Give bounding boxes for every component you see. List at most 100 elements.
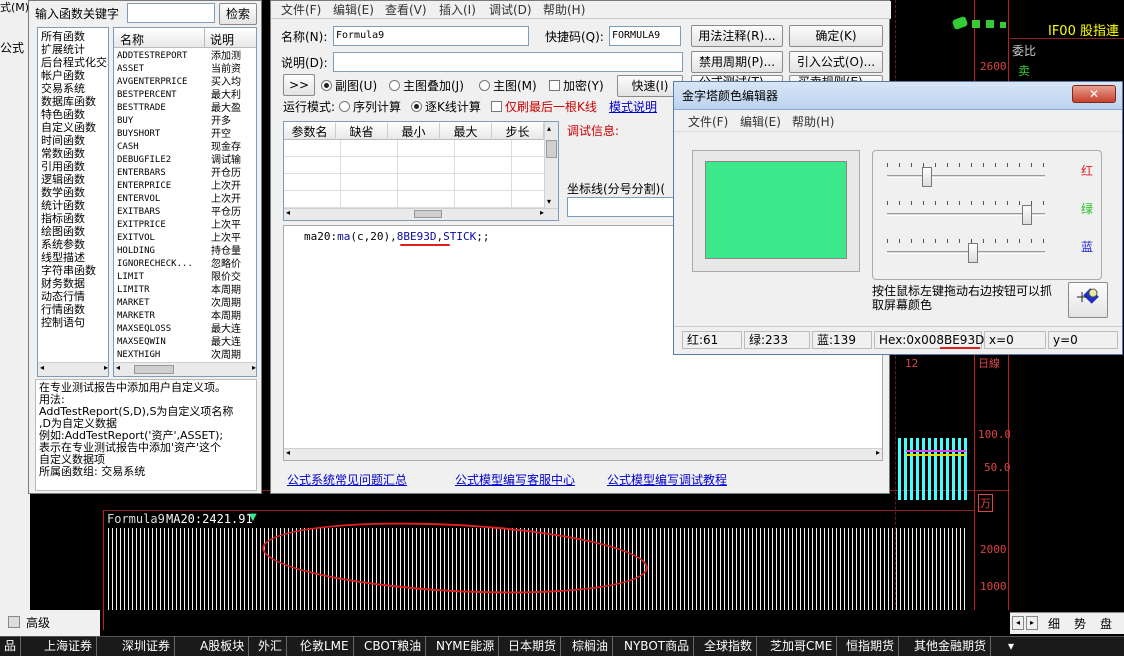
function-row[interactable]: HOLDING 持仓量 xyxy=(117,245,253,258)
param-scroll-up-icon[interactable]: ▴ xyxy=(547,124,551,133)
menu-debug[interactable]: 调试(D) xyxy=(489,1,532,19)
chk-encrypt[interactable]: 加密(Y) xyxy=(549,78,604,94)
function-row[interactable]: BUY 开多 xyxy=(117,115,253,128)
scroll-right-arrow-icon[interactable]: ▸ xyxy=(104,363,108,372)
menu-view[interactable]: 查看(V) xyxy=(385,1,427,19)
blue-slider[interactable] xyxy=(968,243,978,263)
fn-scroll-thumb[interactable] xyxy=(134,365,174,374)
link-support[interactable]: 公式模型编写客服中心 xyxy=(455,472,575,488)
function-row[interactable]: ADDTESTREPORT 添加测 xyxy=(117,50,253,63)
param-hscroll-right-icon[interactable]: ▸ xyxy=(540,208,544,217)
chk-last-bar[interactable]: 仅刷最后一根K线 xyxy=(491,99,597,115)
category-item[interactable]: 动态行情 xyxy=(41,290,108,303)
tab-hsi[interactable]: 恒指期货 xyxy=(842,636,900,656)
param-scroll-thumb[interactable] xyxy=(546,140,557,158)
green-slider[interactable] xyxy=(1022,205,1032,225)
function-row[interactable]: BESTTRADE 最大盈 xyxy=(117,102,253,115)
param-hscroll[interactable]: ◂ ▸ xyxy=(284,208,558,220)
ticker-label[interactable]: IF00 股指連 xyxy=(1048,20,1119,39)
tab-other[interactable]: 其他金融期货 xyxy=(910,636,992,656)
shortcut-input[interactable]: FORMULA9 xyxy=(609,26,681,46)
category-item[interactable]: 交易系统 xyxy=(41,82,108,95)
category-item[interactable]: 数据库函数 xyxy=(41,95,108,108)
function-row[interactable]: NEXTHIGH 次周期 xyxy=(117,349,253,362)
category-item[interactable]: 指标函数 xyxy=(41,212,108,225)
category-item[interactable]: 所有函数 xyxy=(41,30,108,43)
red-slider[interactable] xyxy=(922,167,932,187)
scroll-left-arrow-icon[interactable]: ◂ xyxy=(40,363,44,372)
radio-sequence-icon[interactable] xyxy=(339,101,350,112)
link-icon[interactable] xyxy=(951,15,969,31)
code-scroll-left-icon[interactable]: ◂ xyxy=(286,448,290,457)
category-item[interactable]: 自定义函数 xyxy=(41,121,108,134)
scroll-right-icon[interactable]: ▸ xyxy=(1026,616,1038,630)
category-item[interactable]: 系统参数 xyxy=(41,238,108,251)
param-header[interactable]: 参数名 xyxy=(284,123,336,140)
import-formula-button[interactable]: 引入公式(O)... xyxy=(789,51,883,73)
search-input[interactable] xyxy=(127,3,215,23)
annotate-button[interactable]: 用法注释(R)... xyxy=(691,25,783,47)
category-item[interactable]: 财务数据 xyxy=(41,277,108,290)
advanced-icon[interactable] xyxy=(8,616,20,628)
function-row[interactable]: DEBUGFILE2 调试输 xyxy=(117,154,253,167)
disable-period-button[interactable]: 禁用周期(P)... xyxy=(691,51,783,73)
category-item[interactable]: 行情函数 xyxy=(41,303,108,316)
function-row[interactable]: EXITPRICE 上次平 xyxy=(117,219,253,232)
category-item[interactable]: 时间函数 xyxy=(41,134,108,147)
radio-subplot-icon[interactable] xyxy=(321,80,332,91)
chk-encrypt-icon[interactable] xyxy=(549,80,560,91)
close-icon[interactable]: ✕ xyxy=(1072,85,1116,103)
tab-shenzhen[interactable]: 深圳证券 xyxy=(118,636,176,656)
code-line[interactable]: ma20:ma(c,20),8BE93D,STICK;; xyxy=(304,230,489,243)
category-item[interactable]: 常数函数 xyxy=(41,147,108,160)
tab-palm[interactable]: 棕榈油 xyxy=(568,636,614,656)
tab-detail[interactable]: 细 xyxy=(1048,615,1060,632)
side-label-formula[interactable]: 公式 xyxy=(0,40,24,56)
category-hscroll[interactable]: ◂ ▸ xyxy=(38,362,108,376)
category-item[interactable]: 数学函数 xyxy=(41,186,108,199)
red-track[interactable] xyxy=(887,175,1045,178)
ce-menu-help[interactable]: 帮助(H) xyxy=(792,113,834,131)
radio-main-icon[interactable] xyxy=(479,80,490,91)
tab-nyme[interactable]: NYME能源 xyxy=(432,636,500,656)
category-item[interactable]: 统计函数 xyxy=(41,199,108,212)
function-row[interactable]: BESTPERCENT 最大利 xyxy=(117,89,253,102)
radio-subplot[interactable]: 副图(U) xyxy=(321,78,377,94)
scroll-left-icon[interactable]: ◂ xyxy=(1012,616,1024,630)
col-name[interactable]: 名称 xyxy=(120,31,144,48)
function-hscroll[interactable]: ◂ ▸ xyxy=(114,362,256,376)
tab-forex[interactable]: 外汇 xyxy=(254,636,288,656)
function-row[interactable]: ASSET 当前资 xyxy=(117,63,253,76)
function-row[interactable]: CASH 现金存 xyxy=(117,141,253,154)
top-left-menu[interactable]: 式(M) xyxy=(0,0,29,16)
tab-shanghai[interactable]: 上海证券 xyxy=(40,636,98,656)
menu-file[interactable]: 文件(F) xyxy=(281,1,321,19)
function-row[interactable]: EXITBARS 平仓历 xyxy=(117,206,253,219)
function-row[interactable]: AVGENTERPRICE 买入均 xyxy=(117,76,253,89)
search-button[interactable]: 检索 xyxy=(219,3,257,25)
param-header[interactable]: 缺省 xyxy=(336,123,388,140)
radio-bar[interactable]: 逐K线计算 xyxy=(411,99,481,115)
category-item[interactable]: 后台程式化交易 xyxy=(41,56,108,69)
fn-scroll-left-icon[interactable]: ◂ xyxy=(116,363,120,372)
tab-cme[interactable]: 芝加哥CME xyxy=(766,636,838,656)
function-row[interactable]: EXITVOL 上次平 xyxy=(117,232,253,245)
axis-input[interactable] xyxy=(567,197,687,217)
radio-sequence[interactable]: 序列计算 xyxy=(339,99,401,115)
tab-cbot[interactable]: CBOT粮油 xyxy=(360,636,427,656)
function-row[interactable]: MAXSEQWIN 最大连 xyxy=(117,336,253,349)
expand-button[interactable]: >> xyxy=(283,74,315,96)
tab-book[interactable]: 盘 xyxy=(1100,615,1112,632)
tab-global[interactable]: 全球指数 xyxy=(700,636,758,656)
function-row[interactable]: MARKETR 本周期 xyxy=(117,310,253,323)
advanced-label[interactable]: 高级 xyxy=(26,614,50,631)
menu-insert[interactable]: 插入(I) xyxy=(439,1,476,19)
category-item[interactable]: 引用函数 xyxy=(41,160,108,173)
col-desc[interactable]: 说明 xyxy=(210,31,234,48)
name-input[interactable]: Formula9 xyxy=(333,26,529,46)
function-row[interactable]: IGNORECHECK... 忽略价 xyxy=(117,258,253,271)
code-scroll-right-icon[interactable]: ▸ xyxy=(876,448,880,457)
function-row[interactable]: LIMIT 限价交 xyxy=(117,271,253,284)
param-hscroll-thumb[interactable] xyxy=(414,210,442,218)
category-item[interactable]: 特色函数 xyxy=(41,108,108,121)
